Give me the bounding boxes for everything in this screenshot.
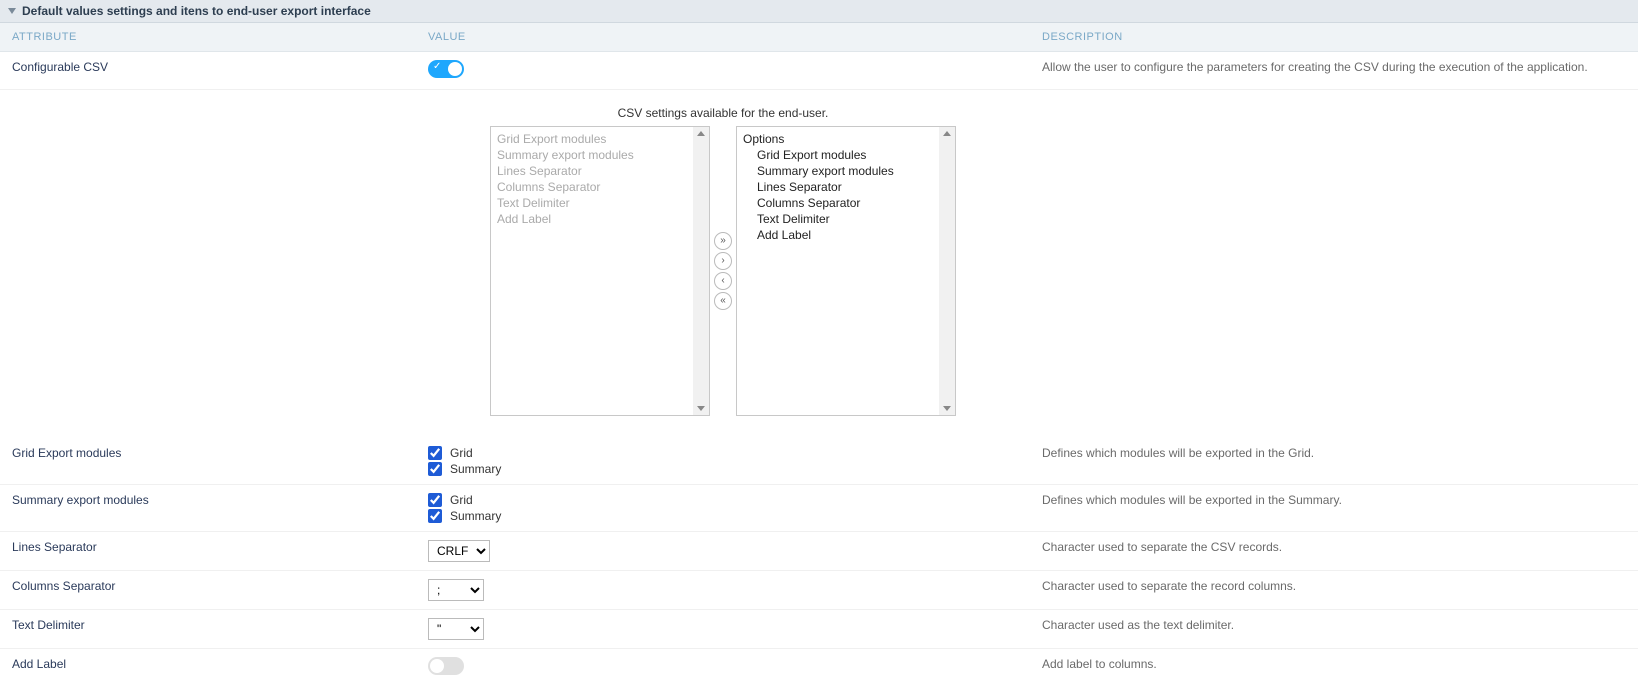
row-configurable-csv: Configurable CSV Allow the user to confi… xyxy=(0,52,1638,90)
mover-buttons: » › ‹ « xyxy=(714,232,732,310)
grid-export-option: Summary xyxy=(428,462,501,476)
grid-export-option: Grid xyxy=(428,446,473,460)
desc-text-delimiter: Character used as the text delimiter. xyxy=(1030,610,1638,648)
attr-text-delimiter: Text Delimiter xyxy=(0,610,416,648)
row-summary-export-modules: Summary export modules Grid Summary Defin… xyxy=(0,485,1638,532)
row-add-label: Add Label Add label to columns. xyxy=(0,649,1638,687)
list-item[interactable]: Text Delimiter xyxy=(497,195,703,211)
select-columns-separator[interactable]: ; xyxy=(428,579,484,601)
attr-configurable-csv: Configurable CSV xyxy=(0,52,416,89)
desc-add-label: Add label to columns. xyxy=(1030,649,1638,687)
list-item[interactable]: Columns Separator xyxy=(497,179,703,195)
col-header-description: Description xyxy=(1030,23,1638,51)
row-dual-list: CSV settings available for the end-user.… xyxy=(0,90,1638,438)
grid-export-checkbox[interactable] xyxy=(428,462,442,476)
list-item[interactable]: Text Delimiter xyxy=(743,211,949,227)
list-item[interactable]: Add Label xyxy=(497,211,703,227)
grid-export-label: Grid xyxy=(450,446,473,460)
scrollbar[interactable] xyxy=(939,127,955,415)
col-header-value: Value xyxy=(416,23,1030,51)
summary-export-checkbox[interactable] xyxy=(428,509,442,523)
column-headers: Attribute Value Description xyxy=(0,23,1638,52)
attr-summary-export: Summary export modules xyxy=(0,485,416,531)
row-grid-export-modules: Grid Export modules Grid Summary Defines … xyxy=(0,438,1638,485)
desc-summary-export: Defines which modules will be exported i… xyxy=(1030,485,1638,531)
list-item[interactable]: Summary export modules xyxy=(743,163,949,179)
list-item[interactable]: Add Label xyxy=(743,227,949,243)
summary-export-label: Summary xyxy=(450,509,501,523)
desc-lines-separator: Character used to separate the CSV recor… xyxy=(1030,532,1638,570)
list-item[interactable]: Grid Export modules xyxy=(743,147,949,163)
selected-listbox[interactable]: OptionsGrid Export modulesSummary export… xyxy=(736,126,956,416)
summary-export-option: Grid xyxy=(428,493,473,507)
grid-export-checkbox[interactable] xyxy=(428,446,442,460)
list-item[interactable]: Columns Separator xyxy=(743,195,949,211)
summary-export-label: Grid xyxy=(450,493,473,507)
list-item[interactable]: Lines Separator xyxy=(743,179,949,195)
attr-grid-export: Grid Export modules xyxy=(0,438,416,484)
scrollbar[interactable] xyxy=(693,127,709,415)
desc-columns-separator: Character used to separate the record co… xyxy=(1030,571,1638,609)
list-item[interactable]: Summary export modules xyxy=(497,147,703,163)
select-text-delimiter[interactable]: " xyxy=(428,618,484,640)
collapse-icon[interactable] xyxy=(8,8,16,14)
panel-title: Default values settings and itens to end… xyxy=(22,4,371,18)
move-all-right-button[interactable]: » xyxy=(714,232,732,250)
toggle-add-label[interactable] xyxy=(428,657,464,675)
desc-configurable-csv: Allow the user to configure the paramete… xyxy=(1030,52,1638,89)
list-group[interactable]: Options xyxy=(743,131,949,147)
summary-export-checkbox[interactable] xyxy=(428,493,442,507)
move-all-left-button[interactable]: « xyxy=(714,292,732,310)
move-left-button[interactable]: ‹ xyxy=(714,272,732,290)
grid-export-label: Summary xyxy=(450,462,501,476)
select-lines-separator[interactable]: CRLF xyxy=(428,540,490,562)
list-item[interactable]: Grid Export modules xyxy=(497,131,703,147)
toggle-configurable-csv[interactable] xyxy=(428,60,464,78)
col-header-attribute: Attribute xyxy=(0,23,416,51)
panel-header[interactable]: Default values settings and itens to end… xyxy=(0,0,1638,23)
attr-lines-separator: Lines Separator xyxy=(0,532,416,570)
summary-export-option: Summary xyxy=(428,509,501,523)
list-item[interactable]: Lines Separator xyxy=(497,163,703,179)
desc-grid-export: Defines which modules will be exported i… xyxy=(1030,438,1638,484)
row-columns-separator: Columns Separator ; Character used to se… xyxy=(0,571,1638,610)
dual-list-title: CSV settings available for the end-user. xyxy=(618,106,829,120)
row-text-delimiter: Text Delimiter " Character used as the t… xyxy=(0,610,1638,649)
row-lines-separator: Lines Separator CRLF Character used to s… xyxy=(0,532,1638,571)
attr-columns-separator: Columns Separator xyxy=(0,571,416,609)
move-right-button[interactable]: › xyxy=(714,252,732,270)
available-listbox[interactable]: Grid Export modulesSummary export module… xyxy=(490,126,710,416)
attr-add-label: Add Label xyxy=(0,649,416,687)
